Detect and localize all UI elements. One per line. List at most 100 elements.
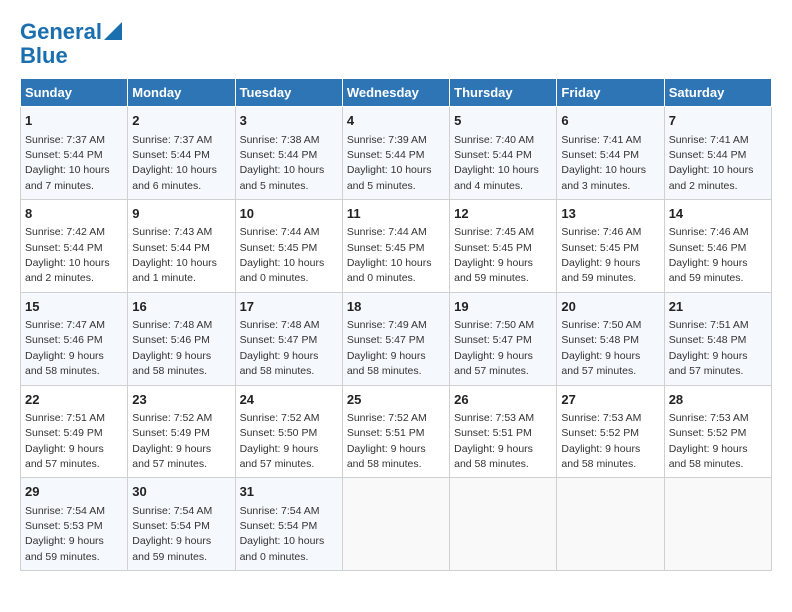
logo-text-general: General [20,20,102,44]
day-number: 13 [561,205,659,223]
calendar-day-cell: 17 Sunrise: 7:48 AMSunset: 5:47 PMDayligh… [235,292,342,385]
day-number: 22 [25,391,123,409]
day-info: Sunrise: 7:53 AMSunset: 5:51 PMDaylight:… [454,412,534,470]
calendar-day-cell: 11 Sunrise: 7:44 AMSunset: 5:45 PMDayligh… [342,200,449,293]
day-number: 1 [25,112,123,130]
day-info: Sunrise: 7:54 AMSunset: 5:54 PMDaylight:… [240,505,325,563]
day-info: Sunrise: 7:50 AMSunset: 5:47 PMDaylight:… [454,319,534,377]
logo-icon [104,22,122,40]
day-number: 5 [454,112,552,130]
day-number: 31 [240,483,338,501]
page-header: General Blue [20,20,772,68]
calendar-day-cell: 25Sunrise: 7:52 AMSunset: 5:51 PMDayligh… [342,385,449,478]
calendar-day-cell [664,478,771,571]
day-number: 27 [561,391,659,409]
day-number: 3 [240,112,338,130]
calendar-day-cell: 20 Sunrise: 7:50 AMSunset: 5:48 PMDayligh… [557,292,664,385]
day-number: 12 [454,205,552,223]
calendar-day-cell: 8 Sunrise: 7:42 AMSunset: 5:44 PMDaylight… [21,200,128,293]
day-info: Sunrise: 7:48 AMSunset: 5:46 PMDaylight:… [132,319,212,377]
weekday-header: Saturday [664,79,771,107]
day-info: Sunrise: 7:40 AMSunset: 5:44 PMDaylight:… [454,134,539,192]
logo-text-blue: Blue [20,43,68,68]
day-number: 6 [561,112,659,130]
day-number: 9 [132,205,230,223]
calendar-day-cell: 5 Sunrise: 7:40 AMSunset: 5:44 PMDaylight… [450,107,557,200]
day-number: 20 [561,298,659,316]
weekday-header: Tuesday [235,79,342,107]
day-number: 17 [240,298,338,316]
day-info: Sunrise: 7:54 AMSunset: 5:53 PMDaylight:… [25,505,105,563]
calendar-day-cell: 9 Sunrise: 7:43 AMSunset: 5:44 PMDaylight… [128,200,235,293]
day-number: 29 [25,483,123,501]
day-info: Sunrise: 7:48 AMSunset: 5:47 PMDaylight:… [240,319,320,377]
calendar-day-cell: 14Sunrise: 7:46 AMSunset: 5:46 PMDayligh… [664,200,771,293]
calendar-day-cell: 31 Sunrise: 7:54 AMSunset: 5:54 PMDayligh… [235,478,342,571]
day-info: Sunrise: 7:50 AMSunset: 5:48 PMDaylight:… [561,319,641,377]
calendar-day-cell: 22 Sunrise: 7:51 AMSunset: 5:49 PMDayligh… [21,385,128,478]
calendar-day-cell: 27 Sunrise: 7:53 AMSunset: 5:52 PMDayligh… [557,385,664,478]
calendar-day-cell: 3 Sunrise: 7:38 AMSunset: 5:44 PMDaylight… [235,107,342,200]
calendar-week-row: 29 Sunrise: 7:54 AMSunset: 5:53 PMDayligh… [21,478,772,571]
day-number: 4 [347,112,445,130]
day-info: Sunrise: 7:44 AMSunset: 5:45 PMDaylight:… [347,226,432,284]
calendar-day-cell: 16 Sunrise: 7:48 AMSunset: 5:46 PMDayligh… [128,292,235,385]
calendar-week-row: 15Sunrise: 7:47 AMSunset: 5:46 PMDayligh… [21,292,772,385]
calendar-day-cell: 15Sunrise: 7:47 AMSunset: 5:46 PMDayligh… [21,292,128,385]
day-info: Sunrise: 7:41 AMSunset: 5:44 PMDaylight:… [669,134,754,192]
day-number: 8 [25,205,123,223]
calendar-day-cell: 2 Sunrise: 7:37 AMSunset: 5:44 PMDaylight… [128,107,235,200]
calendar-day-cell [450,478,557,571]
day-number: 23 [132,391,230,409]
day-number: 19 [454,298,552,316]
day-number: 11 [347,205,445,223]
day-info: Sunrise: 7:39 AMSunset: 5:44 PMDaylight:… [347,134,432,192]
calendar-day-cell: 12 Sunrise: 7:45 AMSunset: 5:45 PMDayligh… [450,200,557,293]
day-info: Sunrise: 7:52 AMSunset: 5:50 PMDaylight:… [240,412,320,470]
day-number: 14 [669,205,767,223]
calendar-table: SundayMondayTuesdayWednesdayThursdayFrid… [20,78,772,571]
calendar-day-cell: 6 Sunrise: 7:41 AMSunset: 5:44 PMDaylight… [557,107,664,200]
calendar-day-cell: 26Sunrise: 7:53 AMSunset: 5:51 PMDayligh… [450,385,557,478]
day-info: Sunrise: 7:38 AMSunset: 5:44 PMDaylight:… [240,134,325,192]
day-info: Sunrise: 7:49 AMSunset: 5:47 PMDaylight:… [347,319,427,377]
day-info: Sunrise: 7:45 AMSunset: 5:45 PMDaylight:… [454,226,534,284]
day-number: 30 [132,483,230,501]
day-number: 28 [669,391,767,409]
calendar-day-cell: 13 Sunrise: 7:46 AMSunset: 5:45 PMDayligh… [557,200,664,293]
calendar-week-row: 22 Sunrise: 7:51 AMSunset: 5:49 PMDayligh… [21,385,772,478]
day-number: 7 [669,112,767,130]
day-info: Sunrise: 7:53 AMSunset: 5:52 PMDaylight:… [669,412,749,470]
day-info: Sunrise: 7:41 AMSunset: 5:44 PMDaylight:… [561,134,646,192]
day-info: Sunrise: 7:37 AMSunset: 5:44 PMDaylight:… [132,134,217,192]
calendar-week-row: 1 Sunrise: 7:37 AMSunset: 5:44 PMDaylight… [21,107,772,200]
logo: General Blue [20,20,122,68]
day-info: Sunrise: 7:54 AMSunset: 5:54 PMDaylight:… [132,505,212,563]
calendar-day-cell: 23Sunrise: 7:52 AMSunset: 5:49 PMDayligh… [128,385,235,478]
calendar-day-cell: 24Sunrise: 7:52 AMSunset: 5:50 PMDayligh… [235,385,342,478]
weekday-header: Friday [557,79,664,107]
day-info: Sunrise: 7:53 AMSunset: 5:52 PMDaylight:… [561,412,641,470]
day-number: 25 [347,391,445,409]
calendar-day-cell: 7 Sunrise: 7:41 AMSunset: 5:44 PMDaylight… [664,107,771,200]
calendar-day-cell [557,478,664,571]
day-info: Sunrise: 7:46 AMSunset: 5:45 PMDaylight:… [561,226,641,284]
weekday-header: Thursday [450,79,557,107]
day-number: 10 [240,205,338,223]
day-info: Sunrise: 7:37 AMSunset: 5:44 PMDaylight:… [25,134,110,192]
day-number: 18 [347,298,445,316]
day-info: Sunrise: 7:44 AMSunset: 5:45 PMDaylight:… [240,226,325,284]
day-info: Sunrise: 7:51 AMSunset: 5:48 PMDaylight:… [669,319,749,377]
calendar-day-cell: 19 Sunrise: 7:50 AMSunset: 5:47 PMDayligh… [450,292,557,385]
day-number: 15 [25,298,123,316]
day-number: 2 [132,112,230,130]
calendar-day-cell: 10 Sunrise: 7:44 AMSunset: 5:45 PMDayligh… [235,200,342,293]
day-info: Sunrise: 7:42 AMSunset: 5:44 PMDaylight:… [25,226,110,284]
day-number: 16 [132,298,230,316]
calendar-day-cell: 29 Sunrise: 7:54 AMSunset: 5:53 PMDayligh… [21,478,128,571]
weekday-header: Monday [128,79,235,107]
weekday-header: Sunday [21,79,128,107]
calendar-day-cell: 21Sunrise: 7:51 AMSunset: 5:48 PMDayligh… [664,292,771,385]
day-info: Sunrise: 7:51 AMSunset: 5:49 PMDaylight:… [25,412,105,470]
day-info: Sunrise: 7:43 AMSunset: 5:44 PMDaylight:… [132,226,217,284]
